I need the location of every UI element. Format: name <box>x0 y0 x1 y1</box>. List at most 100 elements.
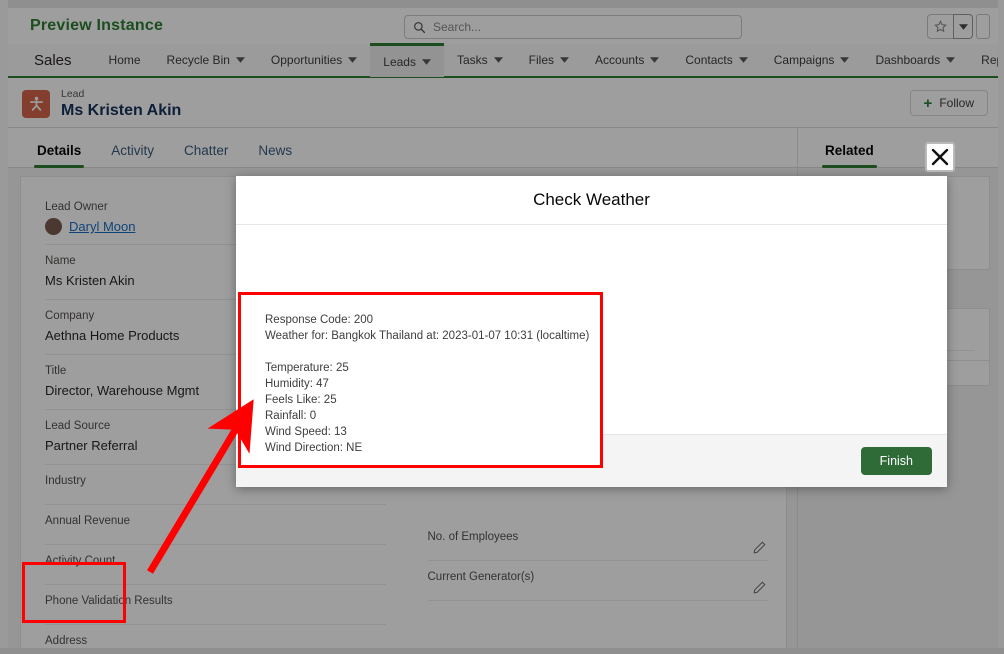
nav-item-opportunities[interactable]: Opportunities <box>258 43 370 77</box>
follow-label: Follow <box>939 96 974 110</box>
field-label: Address <box>45 635 88 647</box>
screenshot-root: Preview Instance Search... Sales Home Re… <box>0 0 1004 654</box>
window-frame-top <box>0 0 1004 8</box>
finish-button[interactable]: Finish <box>860 447 932 475</box>
weather-line: Response Code: 200 <box>265 314 374 326</box>
nav-item-contacts[interactable]: Contacts <box>672 43 760 77</box>
chevron-down-icon[interactable] <box>650 57 660 63</box>
chevron-down-icon <box>958 23 968 30</box>
nav-item-files[interactable]: Files <box>516 43 582 77</box>
tab-related[interactable]: Related <box>810 143 889 168</box>
record-type-label: Lead <box>61 87 85 100</box>
field-activity-count: Activity Count <box>45 545 386 585</box>
search-icon <box>414 21 426 33</box>
window-frame-right <box>998 0 1004 654</box>
nav-item-tasks[interactable]: Tasks <box>444 43 516 77</box>
plus-icon: + <box>923 94 933 112</box>
field-label: Activity Count <box>45 555 116 567</box>
chevron-down-icon[interactable] <box>840 57 850 63</box>
check-weather-modal: Check Weather Response Code: 200 Weather… <box>236 176 947 487</box>
tab-chatter[interactable]: Chatter <box>169 143 243 167</box>
modal-header: Check Weather <box>236 176 947 225</box>
chevron-down-icon[interactable] <box>946 57 956 63</box>
nav-item-label: Dashboards <box>875 53 941 67</box>
weather-line: Wind Direction: NE <box>265 442 363 454</box>
lead-glyph-icon <box>29 96 43 111</box>
nav-item-accounts[interactable]: Accounts <box>582 43 672 77</box>
search-input[interactable] <box>433 20 733 34</box>
nav-item-leads[interactable]: Leads <box>370 43 444 77</box>
chevron-down-icon[interactable] <box>348 57 358 63</box>
chevron-down-icon[interactable] <box>235 57 245 63</box>
weather-result-box: Response Code: 200 Weather for: Bangkok … <box>238 292 603 468</box>
avatar <box>45 218 62 235</box>
star-icon <box>934 20 947 33</box>
nav-item-home[interactable]: Home <box>96 43 154 77</box>
modal-body: Response Code: 200 Weather for: Bangkok … <box>236 225 947 468</box>
tab-related-label: Related <box>825 143 874 158</box>
chevron-down-icon[interactable] <box>738 57 748 63</box>
close-icon <box>931 148 949 166</box>
weather-line: Wind Speed: 13 <box>265 426 347 438</box>
related-tab-bar: Related <box>798 128 998 168</box>
nav-item-label: Recycle Bin <box>166 53 230 67</box>
weather-line: Temperature: 25 <box>265 362 349 374</box>
field-no-of-employees: No. of Employees <box>427 521 768 561</box>
field-label: Annual Revenue <box>45 515 131 527</box>
global-search[interactable] <box>404 15 742 39</box>
record-header: Lead Ms Kristen Akin + Follow <box>8 80 998 128</box>
field-current-generator-s: Current Generator(s) <box>427 561 768 601</box>
nav-item-label: Accounts <box>595 53 645 67</box>
field-annual-revenue: Annual Revenue <box>45 505 386 545</box>
app-name[interactable]: Sales <box>34 52 72 69</box>
nav-item-label: Leads <box>383 54 416 69</box>
nav-item-label: Campaigns <box>773 53 835 67</box>
page-title: Ms Kristen Akin <box>61 101 182 119</box>
global-header: Preview Instance <box>8 8 998 44</box>
weather-line: Humidity: 47 <box>265 378 329 390</box>
weather-line: Weather for: Bangkok Thailand at: 2023-0… <box>265 330 590 342</box>
tab-label: Activity <box>111 143 155 158</box>
field-label: Current Generator(s) <box>427 571 535 583</box>
nav-item-label: Opportunities <box>270 53 343 67</box>
tab-label: Chatter <box>184 143 229 158</box>
weather-line: Feels Like: 25 <box>265 394 337 406</box>
nav-item-label: Tasks <box>456 53 488 67</box>
favorite-dropdown-button[interactable] <box>953 14 973 39</box>
window-frame-bottom <box>0 648 1004 654</box>
tab-activity[interactable]: Activity <box>96 143 169 167</box>
app-navigation-bar: Sales Home Recycle Bin Opportunities Leads T… <box>8 43 1004 78</box>
edit-pencil-icon[interactable] <box>753 581 766 594</box>
nav-item-campaigns[interactable]: Campaigns <box>761 43 863 77</box>
lead-icon <box>22 89 50 118</box>
tab-label: News <box>258 143 293 158</box>
chevron-down-icon[interactable] <box>560 57 570 63</box>
tab-details[interactable]: Details <box>22 143 96 168</box>
field-label: Phone Validation Results <box>45 595 173 607</box>
instance-title: Preview Instance <box>30 17 164 34</box>
weather-line: Rainfall: 0 <box>265 410 317 422</box>
nav-item-label: Files <box>528 53 555 67</box>
header-overflow-button[interactable] <box>976 14 990 39</box>
close-button[interactable] <box>925 142 955 172</box>
nav-item-dashboards[interactable]: Dashboards <box>862 43 968 77</box>
nav-item-recycle-bin[interactable]: Recycle Bin <box>154 43 258 77</box>
nav-item-label: Home <box>108 53 141 67</box>
window-frame-left <box>0 0 8 654</box>
field-address: AddressBangkokThailand <box>45 625 386 648</box>
chevron-down-icon[interactable] <box>493 57 503 63</box>
detail-tab-bar: Details Activity Chatter News <box>8 128 797 168</box>
follow-button[interactable]: + Follow <box>909 90 988 116</box>
field-label: No. of Employees <box>427 531 519 543</box>
nav-item-label: Contacts <box>685 53 733 67</box>
chevron-down-icon[interactable] <box>421 58 431 65</box>
edit-pencil-icon[interactable] <box>753 541 766 554</box>
tab-label: Details <box>37 143 82 158</box>
field-phone-validation-results: Phone Validation Results <box>45 585 386 625</box>
header-actions <box>927 14 990 39</box>
favorite-button[interactable] <box>927 14 953 39</box>
tab-news[interactable]: News <box>243 143 307 167</box>
modal-title: Check Weather <box>533 190 650 209</box>
lead-owner-link[interactable]: Daryl Moon <box>69 219 135 234</box>
